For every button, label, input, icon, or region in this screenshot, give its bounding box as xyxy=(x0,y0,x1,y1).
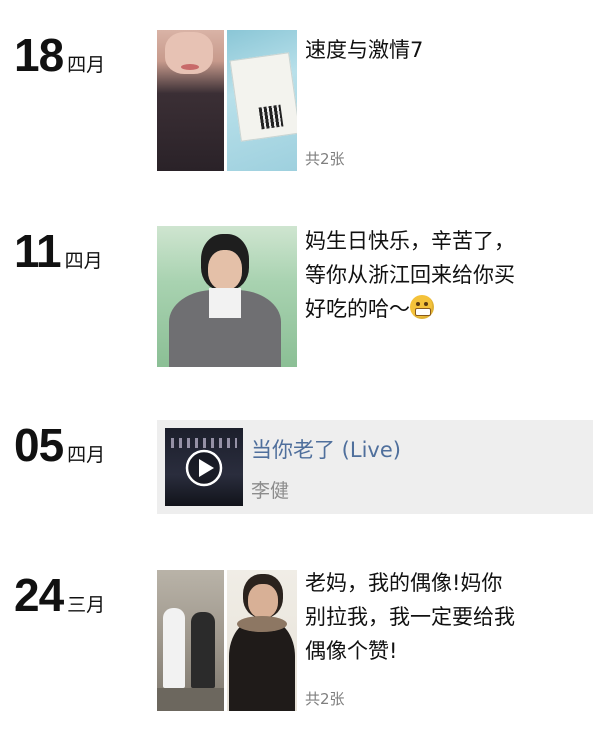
grimace-emoji-icon xyxy=(410,295,434,319)
photo-face xyxy=(208,250,242,290)
music-share-card[interactable]: 当你老了 (Live) 李健 xyxy=(157,420,593,514)
post-text-line-with-emoji: 好吃的哈～ xyxy=(305,292,590,326)
photo-floor xyxy=(157,688,224,711)
photo-person xyxy=(163,608,185,688)
post-text: 速度与激情7 xyxy=(305,38,424,62)
photo-collar xyxy=(209,288,241,318)
photo-thumbnail[interactable] xyxy=(157,570,224,711)
photo-face xyxy=(248,584,278,618)
photo-thumbnail[interactable] xyxy=(227,30,297,171)
photo-person xyxy=(191,612,215,688)
photo-thumbnail[interactable] xyxy=(157,226,297,367)
song-title: 当你老了 (Live) xyxy=(251,438,401,462)
post-text: 老妈，我的偶像!妈你 别拉我，我一定要给我 偶像个赞! xyxy=(305,566,590,668)
date-month: 四月 xyxy=(67,444,106,466)
entry-date: 18 四月 xyxy=(14,32,105,78)
song-artist: 李健 xyxy=(251,480,290,502)
post-text-line: 等你从浙江回来给你买 xyxy=(305,263,515,287)
photo-lips xyxy=(181,64,199,70)
post-text-line: 别拉我，我一定要给我 xyxy=(305,605,515,629)
post-text-line: 妈生日快乐，辛苦了， xyxy=(305,229,515,253)
date-day: 05 xyxy=(14,419,64,471)
date-day: 18 xyxy=(14,29,64,81)
date-day: 24 xyxy=(14,569,64,621)
entry-date: 05 四月 xyxy=(14,422,105,468)
post-text-line: 好吃的哈～ xyxy=(305,297,410,321)
photo-thumbnail[interactable] xyxy=(157,30,224,171)
album-cover xyxy=(165,428,243,506)
post-text-line: 老妈，我的偶像!妈你 xyxy=(305,571,503,595)
play-icon[interactable] xyxy=(165,428,243,506)
photo-count: 共2张 xyxy=(305,690,345,708)
date-month: 四月 xyxy=(64,250,103,272)
qr-code-shape xyxy=(258,104,284,130)
date-month: 四月 xyxy=(67,54,106,76)
entry-date: 11 四月 xyxy=(14,228,103,274)
photo-thumbnail[interactable] xyxy=(227,570,297,711)
date-month: 三月 xyxy=(67,594,106,616)
photo-count: 共2张 xyxy=(305,150,345,168)
photo-body xyxy=(229,620,295,711)
photo-fur-collar xyxy=(237,616,287,632)
post-text-line: 偶像个赞! xyxy=(305,639,398,663)
entry-date: 24 三月 xyxy=(14,572,105,618)
date-day: 11 xyxy=(14,225,62,277)
post-text: 妈生日快乐，辛苦了， 等你从浙江回来给你买 好吃的哈～ xyxy=(305,224,590,326)
